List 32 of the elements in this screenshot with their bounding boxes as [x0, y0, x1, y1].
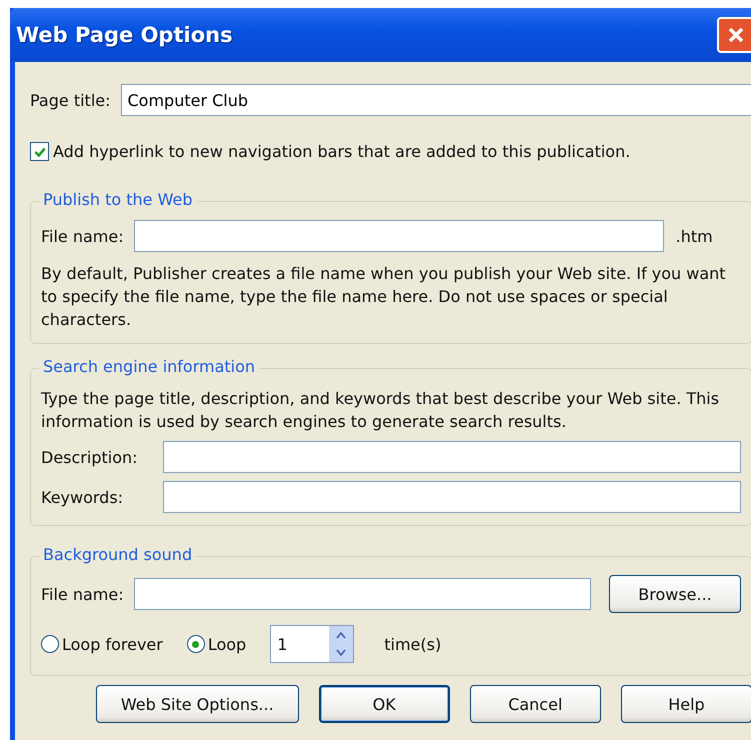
help-text: By default, Publisher creates a file name when you publish your Web site. If you want to specify the file name, type the file name here. Do not use spaces or special characters. [41, 263, 727, 331]
help-text: Type the page title, description, and keywords that best describe your Web site. This information is used by search engines to generate search results. [41, 388, 720, 433]
field-label: Page title: [30, 90, 110, 110]
dialog-button[interactable]: Help [620, 685, 751, 723]
count-spinner[interactable]: 1 [270, 625, 354, 663]
close-button[interactable] [717, 17, 751, 53]
unit-label: time(s) [384, 634, 442, 654]
checkbox[interactable] [30, 142, 49, 161]
text-field[interactable] [163, 481, 741, 513]
field-label: File name: [41, 226, 124, 246]
browse-button[interactable]: Browse... [609, 575, 741, 613]
page-title-field[interactable]: Computer Club [120, 84, 751, 116]
field-label: Keywords: [41, 488, 124, 506]
radio-button[interactable] [41, 635, 59, 653]
file-name-field[interactable] [134, 220, 664, 252]
file-name-field[interactable] [134, 578, 591, 610]
window-title: Web Page Options [16, 23, 233, 47]
radio-option[interactable]: Loop forever [41, 634, 163, 654]
field-label: File name: [41, 584, 124, 604]
dialog-button[interactable]: OK [318, 685, 450, 723]
group-title: Background sound [39, 545, 196, 564]
check-icon [32, 144, 46, 158]
dialog-button[interactable]: Cancel [470, 685, 601, 723]
group-title: Search engine information [39, 357, 260, 376]
extension-label: .htm [676, 226, 713, 246]
radio-option[interactable]: Loop [186, 634, 246, 654]
text-field[interactable] [163, 441, 741, 473]
field-label: Description: [41, 448, 139, 466]
checkbox-label: Add hyperlink to new navigation bars that are added to this publication. [53, 142, 630, 161]
close-icon [726, 25, 746, 45]
radio-button[interactable] [186, 635, 205, 653]
dialog-button[interactable]: Web Site Options... [96, 685, 299, 723]
